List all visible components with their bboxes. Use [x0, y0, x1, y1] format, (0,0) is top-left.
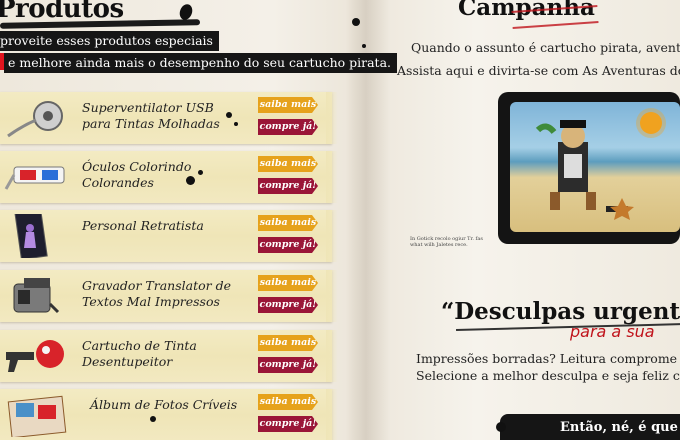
- ink-splat-icon: [150, 416, 156, 422]
- photo-card-icon: [14, 214, 48, 258]
- product-row: Álbum de Fotos Críveis saiba mais compre…: [0, 389, 338, 440]
- product-name: Álbum de Fotos Críveis: [90, 397, 238, 412]
- excuses-subtitle: para a sua: [570, 322, 655, 341]
- saiba-mais-button[interactable]: saiba mais: [258, 275, 318, 291]
- pirate-video-icon: [535, 120, 634, 220]
- 3d-glasses-icon: [4, 166, 65, 190]
- excuses-title: “Desculpas urgentes: [441, 298, 680, 325]
- page: Produtos proveite esses produtos especia…: [0, 0, 680, 440]
- usb-fan-icon: [7, 101, 63, 138]
- saiba-mais-button[interactable]: saiba mais: [258, 215, 318, 231]
- product-row: Gravador Translator de Textos Mal Impres…: [0, 270, 338, 322]
- product-name: Óculos Colorindo Colorandes: [82, 159, 192, 190]
- product-name: Cartucho de Tinta Desentupeitor: [82, 338, 197, 369]
- video-screen[interactable]: [510, 102, 680, 232]
- product-row: Óculos Colorindo Colorandes saiba mais c…: [0, 151, 338, 203]
- product-row: Personal Retratista saiba mais compre já…: [0, 210, 338, 262]
- photo-album-icon: [7, 395, 67, 437]
- excuses-line1: Impressões borradas? Leitura comprome: [416, 351, 678, 366]
- product-row: Cartucho de Tinta Desentupeitor saiba ma…: [0, 330, 338, 382]
- product-name: Personal Retratista: [82, 218, 204, 233]
- campaign-line2: Assista aqui e divirta-se com As Aventur…: [397, 63, 680, 78]
- product-row: Superventilator USB para Tintas Molhadas…: [0, 92, 338, 144]
- excuses-line2: Selecione a melhor desculpa e seja feliz…: [416, 368, 680, 383]
- saiba-mais-button[interactable]: saiba mais: [258, 97, 318, 113]
- saiba-mais-button[interactable]: saiba mais: [258, 394, 318, 410]
- compre-ja-button[interactable]: compre já!: [258, 357, 318, 373]
- ink-splat-icon: [226, 112, 232, 118]
- footer-text[interactable]: Então, né, é que: [560, 420, 678, 435]
- ink-plunger-icon: [6, 340, 64, 372]
- compre-ja-button[interactable]: compre já!: [258, 416, 318, 432]
- saiba-mais-button[interactable]: saiba mais: [258, 335, 318, 351]
- ink-splat-icon: [362, 44, 366, 48]
- ink-splat-icon: [496, 422, 506, 432]
- campaign-line1: Quando o assunto é cartucho pirata, aven…: [411, 40, 680, 55]
- compre-ja-button[interactable]: compre já!: [258, 178, 318, 194]
- products-intro-line1: proveite esses produtos especiais: [0, 31, 219, 51]
- product-name: Gravador Translator de Textos Mal Impres…: [82, 278, 231, 309]
- compre-ja-button[interactable]: compre já!: [258, 237, 318, 253]
- ink-splat-icon: [352, 18, 360, 26]
- compre-ja-button[interactable]: compre já!: [258, 119, 318, 135]
- recorder-device-icon: [13, 278, 60, 314]
- saiba-mais-button[interactable]: saiba mais: [258, 156, 318, 172]
- compre-ja-button[interactable]: compre já!: [258, 297, 318, 313]
- ink-splat-icon: [234, 122, 238, 126]
- ink-splat-icon: [186, 176, 195, 185]
- ink-splat-icon: [198, 170, 203, 175]
- tiny-note: In Gotick recolo ogiur Tr. fas what wilh…: [410, 236, 483, 248]
- campaign-video-player[interactable]: [498, 92, 680, 244]
- products-title: Produtos: [0, 0, 124, 24]
- products-intro-line2: e melhore ainda mais o desempenho do seu…: [4, 53, 397, 73]
- product-name: Superventilator USB para Tintas Molhadas: [82, 100, 220, 131]
